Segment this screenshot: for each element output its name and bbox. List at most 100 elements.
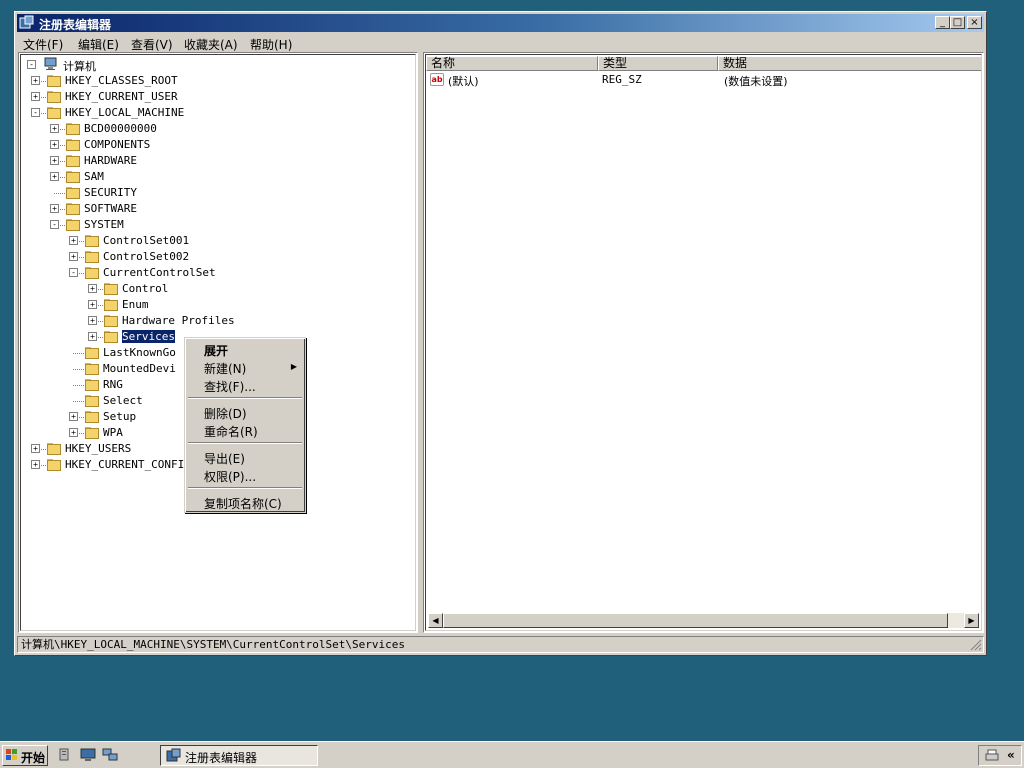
scroll-thumb[interactable]	[443, 613, 948, 628]
tree-node[interactable]: - CurrentControlSet	[21, 265, 411, 281]
menu-edit[interactable]: 编辑(E)	[78, 36, 119, 53]
menu-view[interactable]: 查看(V)	[131, 36, 173, 53]
tree-node[interactable]: + BCD00000000	[21, 121, 411, 137]
minimize-button[interactable]: _	[935, 16, 950, 29]
folder-icon	[104, 299, 118, 311]
folder-icon	[104, 315, 118, 327]
menu-file[interactable]: 文件(F)	[23, 36, 63, 53]
tree-node-label: SAM	[84, 170, 104, 183]
menu-item-export[interactable]: 导出(E)	[204, 450, 245, 467]
maximize-button[interactable]: □	[950, 16, 965, 29]
folder-icon	[104, 331, 118, 343]
folder-icon	[47, 459, 61, 471]
expand-icon[interactable]: +	[88, 300, 97, 309]
values-pane[interactable]: 名称 类型 数据 ab (默认) REG_SZ (数值未设置) ◀ ▶	[423, 52, 984, 633]
menu-separator	[188, 487, 302, 489]
tray-expand-arrow[interactable]: «	[1007, 748, 1015, 762]
folder-icon	[85, 347, 99, 359]
tree-node-label: HKEY_USERS	[65, 442, 132, 455]
folder-icon	[85, 411, 99, 423]
horizontal-scrollbar[interactable]: ◀ ▶	[428, 613, 979, 628]
folder-icon	[66, 155, 80, 167]
tree-node-label: SECURITY	[84, 186, 137, 199]
window-title: 注册表编辑器	[39, 18, 112, 32]
expand-icon[interactable]: +	[50, 140, 59, 149]
tree-node-label: HKEY_LOCAL_MACHINE	[65, 106, 185, 119]
network-icon[interactable]	[102, 748, 118, 762]
tree-node[interactable]: + Enum	[21, 297, 411, 313]
folder-icon	[85, 267, 99, 279]
value-type: REG_SZ	[602, 73, 642, 86]
taskbar-button-regedit[interactable]: 注册表编辑器	[160, 745, 318, 766]
tree-node[interactable]: + Control	[21, 281, 411, 297]
menu-item-new[interactable]: 新建(N)	[204, 360, 246, 377]
expand-icon[interactable]: +	[69, 428, 78, 437]
tree-node-label: Services	[121, 329, 176, 344]
tree-node[interactable]: - HKEY_LOCAL_MACHINE	[21, 105, 411, 121]
expand-icon[interactable]: +	[88, 316, 97, 325]
collapse-icon[interactable]: -	[27, 60, 36, 69]
expand-icon[interactable]: +	[50, 156, 59, 165]
scroll-right-button[interactable]: ▶	[964, 613, 979, 628]
start-button[interactable]: 开始	[2, 745, 48, 766]
close-button[interactable]: ×	[967, 16, 982, 29]
menu-item-copy-key-name[interactable]: 复制项名称(C)	[204, 495, 282, 512]
menu-help[interactable]: 帮助(H)	[250, 36, 292, 53]
expand-icon[interactable]: +	[50, 172, 59, 181]
expand-icon[interactable]: +	[88, 284, 97, 293]
expand-icon[interactable]: +	[31, 76, 40, 85]
tree-node-root[interactable]: - 计算机	[25, 57, 225, 73]
collapse-icon[interactable]: -	[31, 108, 40, 117]
expand-icon[interactable]: +	[88, 332, 97, 341]
tree-node[interactable]: + Hardware Profiles	[21, 313, 411, 329]
folder-icon	[104, 283, 118, 295]
context-menu: 展开 新建(N) ▶ 查找(F)... 删除(D) 重命名(R) 导出(E) 权…	[184, 337, 306, 513]
tree-node[interactable]: SECURITY	[21, 185, 411, 201]
menu-item-permissions[interactable]: 权限(P)...	[204, 468, 256, 485]
collapse-icon[interactable]: -	[50, 220, 59, 229]
server-manager-icon[interactable]	[58, 748, 72, 762]
tree-node-label: WPA	[103, 426, 123, 439]
string-value-icon: ab	[430, 73, 444, 86]
folder-icon	[47, 107, 61, 119]
expand-icon[interactable]: +	[69, 412, 78, 421]
expand-icon[interactable]: +	[50, 124, 59, 133]
expand-icon[interactable]: +	[69, 236, 78, 245]
column-header-type[interactable]: 类型	[598, 56, 718, 71]
tree-node[interactable]: + HKEY_CLASSES_ROOT	[21, 73, 411, 89]
tree-node[interactable]: + SAM	[21, 169, 411, 185]
menu-item-rename[interactable]: 重命名(R)	[204, 423, 258, 440]
tree-node[interactable]: + HKEY_CURRENT_USER	[21, 89, 411, 105]
tree-node[interactable]: + COMPONENTS	[21, 137, 411, 153]
printer-icon[interactable]	[985, 749, 999, 762]
expand-icon[interactable]: +	[31, 460, 40, 469]
show-desktop-icon[interactable]	[80, 748, 96, 762]
folder-icon	[66, 123, 80, 135]
resize-grip-icon[interactable]	[970, 639, 982, 651]
folder-icon	[47, 443, 61, 455]
column-header-name[interactable]: 名称	[426, 56, 598, 71]
tree-node[interactable]: - SYSTEM	[21, 217, 411, 233]
title-bar[interactable]: 注册表编辑器 _ □ ×	[17, 14, 984, 32]
tree-node-label: ControlSet002	[103, 250, 190, 263]
scroll-left-button[interactable]: ◀	[428, 613, 443, 628]
menu-item-delete[interactable]: 删除(D)	[204, 405, 247, 422]
tree-node[interactable]: + SOFTWARE	[21, 201, 411, 217]
folder-icon	[66, 203, 80, 215]
menu-item-find[interactable]: 查找(F)...	[204, 378, 256, 395]
value-row[interactable]: ab (默认) REG_SZ (数值未设置)	[426, 72, 981, 88]
tree-node[interactable]: + ControlSet001	[21, 233, 411, 249]
menu-item-expand[interactable]: 展开	[204, 342, 228, 359]
expand-icon[interactable]: +	[69, 252, 78, 261]
menu-favorites[interactable]: 收藏夹(A)	[184, 36, 238, 53]
expand-icon[interactable]: +	[50, 204, 59, 213]
tree-node[interactable]: + ControlSet002	[21, 249, 411, 265]
collapse-icon[interactable]: -	[69, 268, 78, 277]
tree-node[interactable]: + HARDWARE	[21, 153, 411, 169]
expand-icon[interactable]: +	[31, 92, 40, 101]
folder-icon	[85, 251, 99, 263]
folder-icon	[47, 75, 61, 87]
expand-icon[interactable]: +	[31, 444, 40, 453]
tree-node-label: Hardware Profiles	[122, 314, 235, 327]
column-header-data[interactable]: 数据	[718, 56, 981, 71]
